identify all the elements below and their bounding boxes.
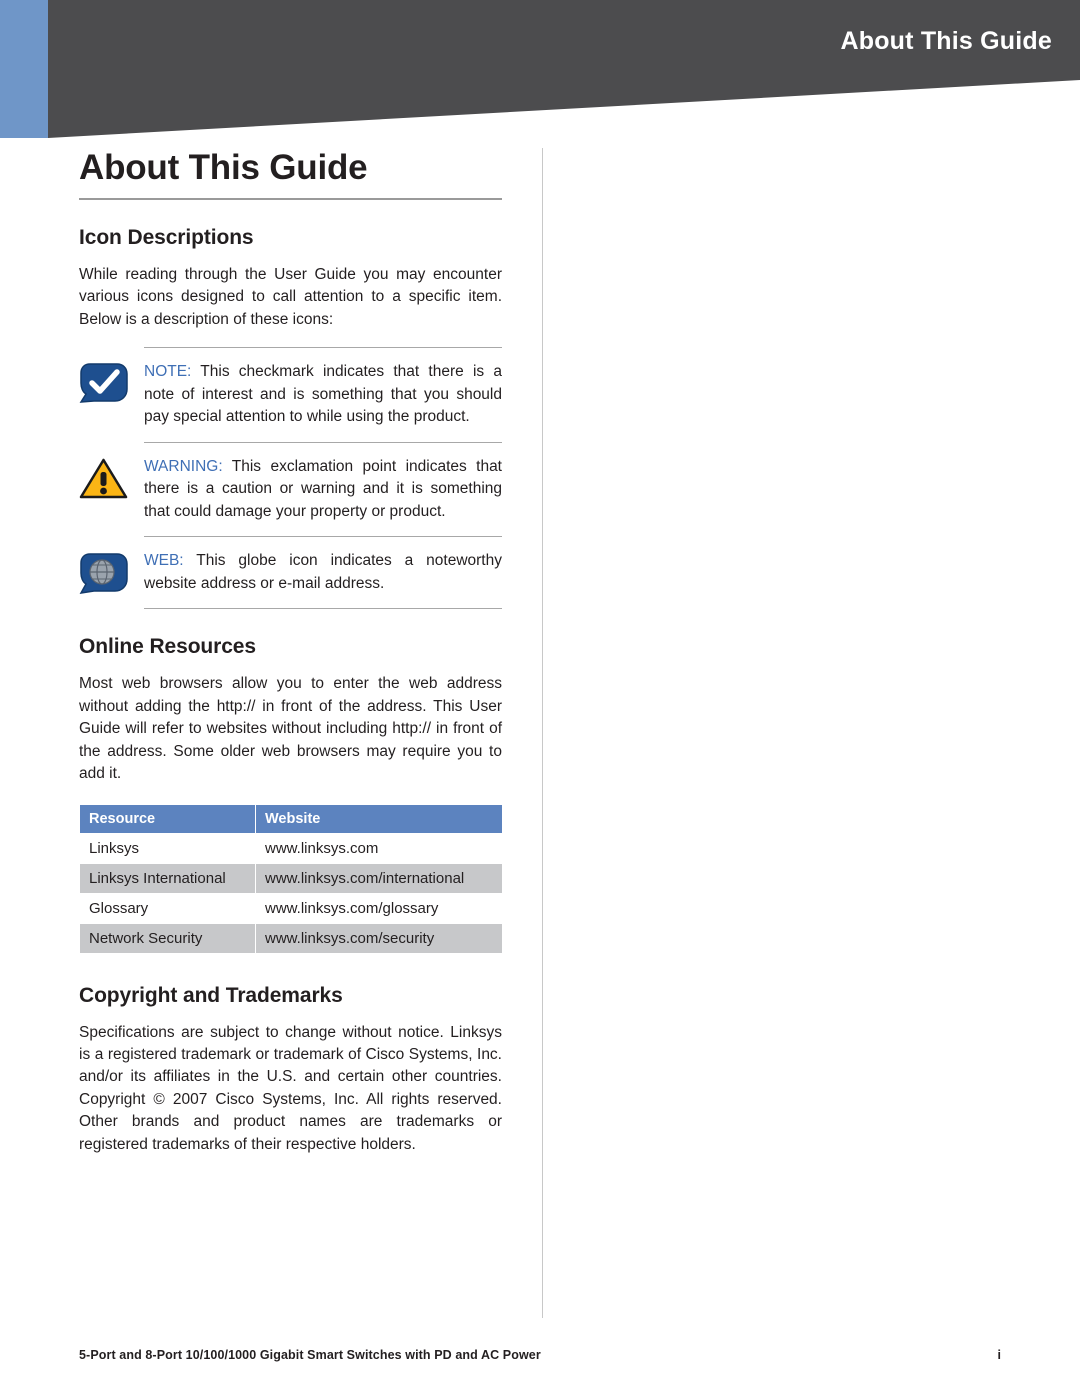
note-label-web: WEB: bbox=[144, 552, 184, 570]
page-header-band: About This Guide bbox=[0, 0, 1080, 138]
header-dark-panel bbox=[48, 0, 1080, 138]
page-footer: 5-Port and 8-Port 10/100/1000 Gigabit Sm… bbox=[79, 1348, 1001, 1362]
note-checkmark-icon-svg bbox=[79, 363, 128, 404]
table-row: Linksys International www.linksys.com/in… bbox=[79, 862, 503, 894]
note-item-web: WEB: This globe icon indicates a notewor… bbox=[79, 537, 502, 608]
footer-page-number: i bbox=[997, 1348, 1001, 1362]
table-cell-website: www.linksys.com bbox=[255, 832, 503, 864]
note-label-note: NOTE: bbox=[144, 363, 192, 381]
page-title: About This Guide bbox=[79, 148, 368, 187]
table-cell-resource: Glossary bbox=[79, 892, 256, 924]
warning-triangle-icon bbox=[79, 456, 144, 500]
table-cell-website: www.linksys.com/international bbox=[255, 862, 503, 894]
section-heading-copyright: Copyright and Trademarks bbox=[79, 983, 343, 1007]
note-body-note: This checkmark indicates that there is a… bbox=[144, 363, 502, 426]
section-heading-online-resources: Online Resources bbox=[79, 635, 256, 659]
table-column-header-resource: Resource bbox=[79, 803, 256, 834]
note-label-warning: WARNING: bbox=[144, 457, 223, 475]
note-text-warning: WARNING: This exclamation point indicate… bbox=[144, 456, 502, 523]
table-row: Linksys www.linksys.com bbox=[79, 832, 503, 864]
online-resources-intro: Most web browsers allow you to enter the… bbox=[79, 675, 502, 783]
note-text-note: NOTE: This checkmark indicates that ther… bbox=[144, 361, 502, 428]
table-cell-website: www.linksys.com/glossary bbox=[255, 892, 503, 924]
note-item-note: NOTE: This checkmark indicates that ther… bbox=[79, 348, 502, 441]
web-globe-icon bbox=[79, 550, 144, 595]
column-divider bbox=[542, 148, 543, 1318]
note-text-web: WEB: This globe icon indicates a notewor… bbox=[144, 550, 502, 595]
title-divider bbox=[79, 198, 502, 200]
online-resources-table: Resource Website Linksys www.linksys.com… bbox=[79, 803, 503, 954]
footer-product-name: 5-Port and 8-Port 10/100/1000 Gigabit Sm… bbox=[79, 1348, 541, 1362]
header-title: About This Guide bbox=[840, 27, 1052, 55]
note-item-warning: WARNING: This exclamation point indicate… bbox=[79, 443, 502, 536]
icon-note-list: NOTE: This checkmark indicates that ther… bbox=[79, 347, 502, 610]
table-row: Network Security www.linksys.com/securit… bbox=[79, 922, 503, 954]
note-checkmark-icon bbox=[79, 361, 144, 404]
copyright-text: Specifications are subject to change wit… bbox=[79, 1023, 502, 1153]
note-body-web: This globe icon indicates a noteworthy w… bbox=[144, 552, 502, 592]
table-cell-website: www.linksys.com/security bbox=[255, 922, 503, 954]
table-header-row: Resource Website bbox=[79, 803, 503, 834]
table-cell-resource: Linksys bbox=[79, 832, 256, 864]
icon-descriptions-intro: While reading through the User Guide you… bbox=[79, 266, 502, 328]
table-cell-resource: Linksys International bbox=[79, 862, 256, 894]
table-cell-resource: Network Security bbox=[79, 922, 256, 954]
note-divider bbox=[144, 608, 502, 610]
warning-triangle-icon-svg bbox=[79, 458, 128, 499]
web-globe-icon-svg bbox=[79, 553, 128, 595]
content-column: About This Guide Icon Descriptions While… bbox=[79, 148, 503, 1156]
table-row: Glossary www.linksys.com/glossary bbox=[79, 892, 503, 924]
table-column-header-website: Website bbox=[255, 803, 503, 834]
section-heading-icon-descriptions: Icon Descriptions bbox=[79, 226, 254, 249]
header-blue-strip bbox=[0, 0, 48, 138]
